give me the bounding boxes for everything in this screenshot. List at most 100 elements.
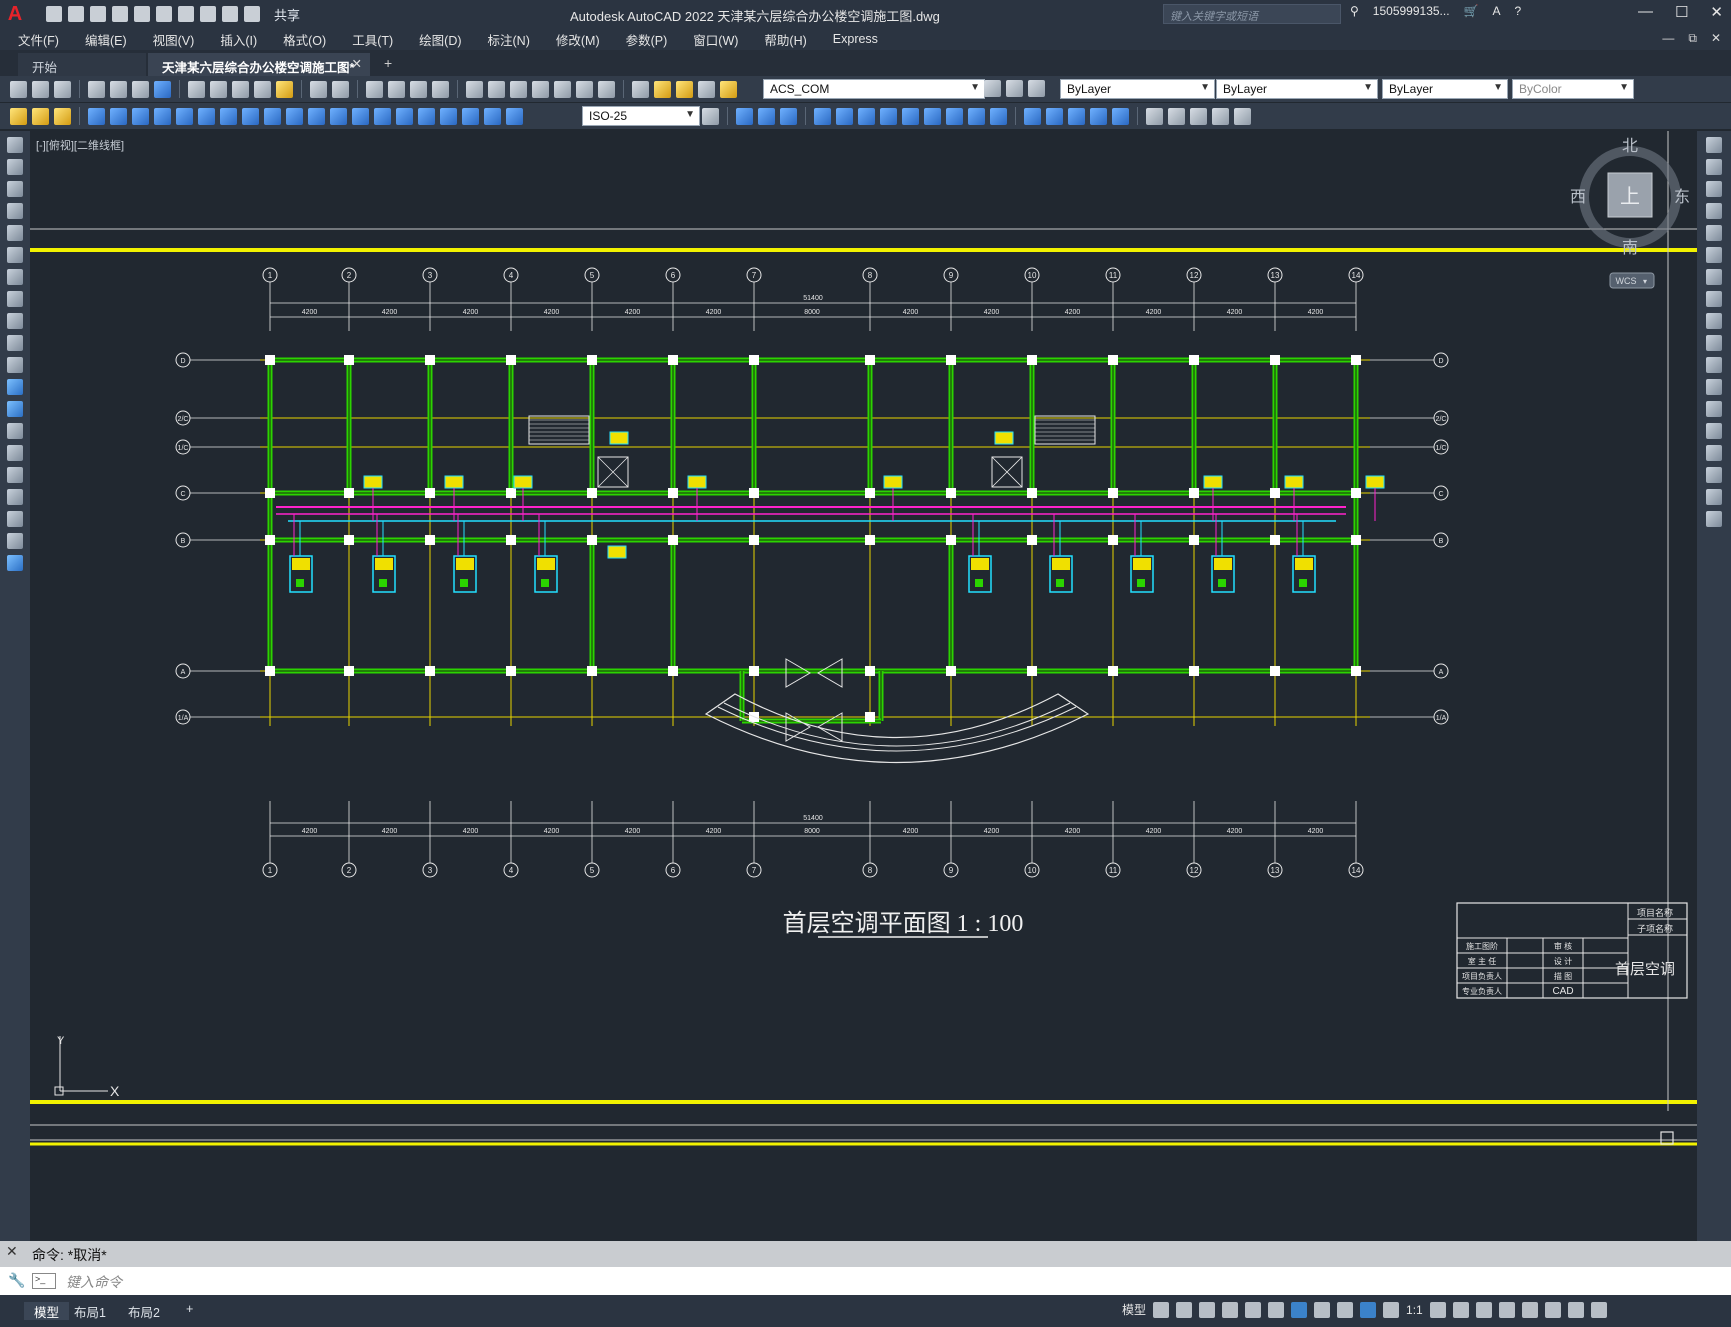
make-block-icon[interactable]	[1168, 107, 1185, 125]
ole-icon[interactable]	[1234, 107, 1251, 125]
r-rotate-icon[interactable]	[1706, 269, 1722, 285]
annotation-monitor-icon[interactable]	[1452, 1301, 1469, 1318]
point-icon[interactable]	[7, 423, 23, 439]
attach-icon[interactable]	[1190, 107, 1207, 125]
match-properties-icon[interactable]	[276, 80, 293, 98]
menu-insert[interactable]: 插入(I)	[220, 30, 257, 49]
cart-icon[interactable]: 🛒	[1464, 4, 1479, 18]
array-icon[interactable]	[836, 107, 853, 125]
model-space-button[interactable]: 模型	[1122, 1301, 1146, 1318]
compass-west[interactable]: 西	[1570, 189, 1586, 206]
close-icon[interactable]: ✕	[1710, 3, 1723, 21]
plot-icon[interactable]	[178, 6, 194, 22]
qat-dropdown-icon[interactable]	[244, 6, 260, 22]
ellipse-icon[interactable]	[7, 335, 23, 351]
recent-commands-icon[interactable]: >_	[32, 1273, 56, 1289]
r-erase-icon[interactable]	[1706, 137, 1722, 153]
draw-order-icon[interactable]	[10, 107, 27, 125]
copy-object-icon[interactable]	[758, 107, 775, 125]
scale-icon[interactable]	[902, 107, 919, 125]
plotstyle-dropdown[interactable]: ByColor ▼	[1512, 79, 1634, 99]
r-stretch-icon[interactable]	[1706, 313, 1722, 329]
minimize-icon[interactable]: —	[1638, 3, 1653, 21]
mtext-icon[interactable]	[7, 533, 23, 549]
isodraft-icon[interactable]	[1245, 1301, 1262, 1318]
toolbar-redo-icon[interactable]	[332, 80, 349, 98]
chamfer-icon[interactable]	[1046, 107, 1063, 125]
layer-viewport-icon[interactable]	[698, 80, 715, 98]
annotation-visibility-icon[interactable]	[1360, 1301, 1377, 1318]
layer-dropdown[interactable]: ACS_COM ▼	[763, 79, 985, 99]
grip-handle[interactable]	[1660, 1131, 1674, 1145]
jogged-linear-icon[interactable]	[440, 107, 457, 125]
color-dropdown[interactable]: ByLayer ▼	[1060, 79, 1215, 99]
qnew-icon[interactable]	[10, 80, 27, 98]
doc-close-icon[interactable]: ✕	[1711, 31, 1721, 46]
image-icon[interactable]	[1212, 107, 1229, 125]
dim-break-icon[interactable]	[352, 107, 369, 125]
toolbar-undo-icon[interactable]	[310, 80, 327, 98]
menu-tools[interactable]: 工具(T)	[352, 30, 393, 49]
zoom-realtime-icon[interactable]	[388, 80, 405, 98]
undo-icon[interactable]	[200, 6, 216, 22]
r-break-point-icon[interactable]	[1706, 379, 1722, 395]
inspection-icon[interactable]	[418, 107, 435, 125]
r-copy-icon[interactable]	[1706, 159, 1722, 175]
units-icon[interactable]	[1475, 1301, 1492, 1318]
user-account[interactable]: 1505999135...	[1373, 4, 1450, 18]
isolate-icon[interactable]	[1521, 1301, 1538, 1318]
tab-close-icon[interactable]: ✕	[352, 56, 362, 71]
snap-icon[interactable]	[1176, 1301, 1193, 1318]
lineweight-icon[interactable]	[1314, 1301, 1331, 1318]
search-input[interactable]: 键入关键字或短语	[1163, 4, 1341, 24]
menu-modify[interactable]: 修改(M)	[556, 30, 600, 49]
sheet-set-icon[interactable]	[532, 80, 549, 98]
add-selected-icon[interactable]	[7, 555, 23, 571]
design-center-icon[interactable]	[488, 80, 505, 98]
explode-icon[interactable]	[1112, 107, 1129, 125]
ortho-icon[interactable]	[1199, 1301, 1216, 1318]
blend-icon[interactable]	[1090, 107, 1107, 125]
drawing-canvas[interactable]: [-][俯视][二维线框] 1 1 2 2 3 3 4 4 5 5 6 6 7 7 8 8 9 9 10 10 11 11…	[30, 131, 1697, 1241]
spline-icon[interactable]	[7, 313, 23, 329]
dim-edit-icon[interactable]	[462, 107, 479, 125]
object-tracking-icon[interactable]	[1268, 1301, 1285, 1318]
command-input[interactable]: 键入命令	[66, 1274, 122, 1290]
arc-icon[interactable]	[7, 247, 23, 263]
dim-jogged-icon[interactable]	[198, 107, 215, 125]
rectangle-icon[interactable]	[7, 225, 23, 241]
zoom-previous-icon[interactable]	[432, 80, 449, 98]
make-current-icon[interactable]	[984, 80, 1001, 97]
new-icon[interactable]	[46, 6, 62, 22]
help-icon[interactable]: ?	[1515, 4, 1522, 18]
tool-palettes-icon[interactable]	[510, 80, 527, 98]
tab-start[interactable]: 开始	[18, 53, 146, 76]
osnap-icon[interactable]	[1291, 1301, 1308, 1318]
cut-icon[interactable]	[188, 80, 205, 98]
r-extend-icon[interactable]	[1706, 357, 1722, 373]
stretch-icon[interactable]	[924, 107, 941, 125]
compass-east[interactable]: 东	[1674, 188, 1690, 206]
polar-icon[interactable]	[1222, 1301, 1239, 1318]
revcloud-icon[interactable]	[7, 291, 23, 307]
save-icon[interactable]	[90, 6, 106, 22]
quick-dim-icon[interactable]	[264, 107, 281, 125]
r-fillet-icon[interactable]	[1706, 467, 1722, 483]
move-icon[interactable]	[858, 107, 875, 125]
command-line[interactable]: 🔧 >_ 键入命令	[0, 1267, 1731, 1295]
dim-arc-icon[interactable]	[132, 107, 149, 125]
polyline-icon[interactable]	[7, 181, 23, 197]
dim-style-icon[interactable]	[702, 107, 719, 125]
dim-linear-icon[interactable]	[88, 107, 105, 125]
compass-south[interactable]: 南	[1622, 239, 1638, 257]
hardware-accel-icon[interactable]	[1544, 1301, 1561, 1318]
layer-state-icon[interactable]	[1028, 80, 1045, 97]
polygon-icon[interactable]	[7, 203, 23, 219]
open-icon[interactable]	[68, 6, 84, 22]
rotate-icon[interactable]	[880, 107, 897, 125]
extend-icon[interactable]	[968, 107, 985, 125]
gradient-icon[interactable]	[7, 467, 23, 483]
redo-icon[interactable]	[222, 6, 238, 22]
menu-window[interactable]: 窗口(W)	[693, 30, 738, 49]
dim-space-icon[interactable]	[330, 107, 347, 125]
